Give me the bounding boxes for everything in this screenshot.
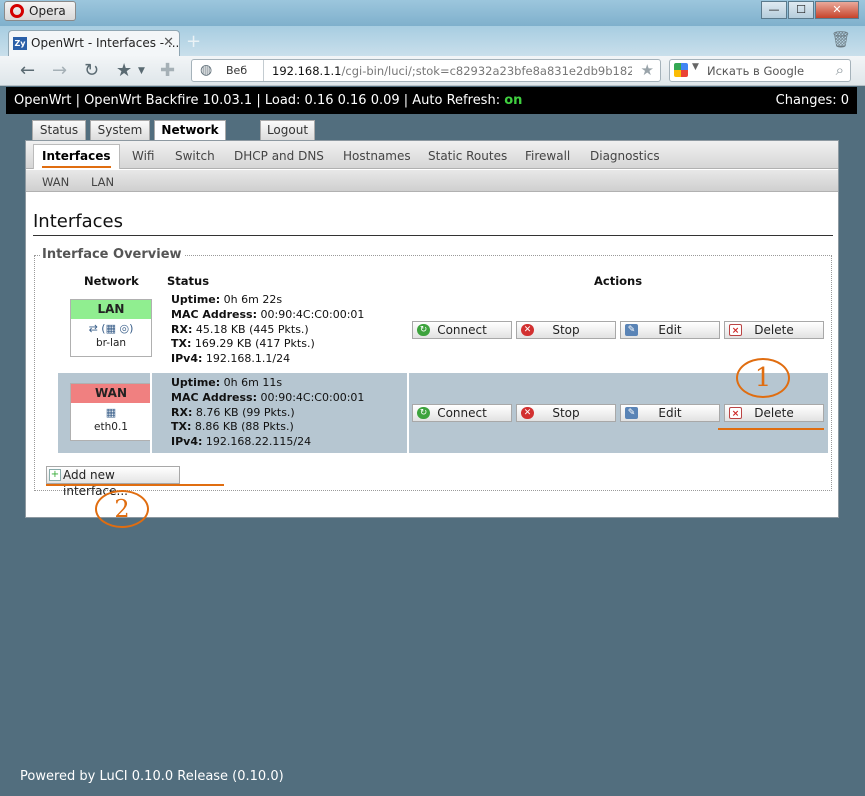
close-window-button[interactable]: ✕ [815,1,859,19]
device-name: br-lan [95,337,127,349]
annotation-underline-2 [46,484,224,486]
tab-wan[interactable]: WAN [42,170,69,194]
address-bar[interactable]: ◍ Веб 192.168.1.1/cgi-bin/luci/;stok=c82… [191,59,661,82]
tab-firewall[interactable]: Firewall [525,141,570,169]
openwrt-header: OpenWrt | OpenWrt Backfire 10.03.1 | Loa… [6,87,857,114]
bookmark-star-icon[interactable]: ★ [116,60,132,81]
header-info: OpenWrt | OpenWrt Backfire 10.03.1 | Loa… [14,93,505,108]
tab-diagnostics[interactable]: Diagnostics [590,141,660,169]
add-interface-button[interactable]: + Add new interface... [46,466,180,498]
page-title: Interfaces [33,211,833,236]
tab-switch[interactable]: Switch [175,141,215,169]
main-panel: Interfaces Wifi Switch DHCP and DNS Host… [25,140,839,518]
status-lan: Uptime: 0h 6m 22s MAC Address: 00:90:4C:… [171,293,365,366]
column-divider [407,373,409,453]
tab-interfaces[interactable]: Interfaces [33,144,120,169]
edit-icon: ✎ [625,407,638,419]
interface-badge: LAN [71,300,151,319]
edit-icon: ✎ [625,324,638,336]
tab-title: OpenWrt - Interfaces - ... [31,36,180,50]
zyxel-favicon-icon: Zy [13,37,27,50]
connect-button[interactable]: ↻ Connect [412,404,512,422]
window-titlebar: Opera — ☐ ✕ [0,0,865,26]
refresh-icon: ↻ [417,407,430,419]
forward-icon[interactable]: → [52,60,67,81]
network-box-lan: LAN ⇄ (▦ ◎) br-lan [70,299,152,357]
browser-tab[interactable]: Zy OpenWrt - Interfaces - ... ✕ [8,30,180,56]
auto-refresh-toggle[interactable]: on [504,93,522,108]
stop-button[interactable]: ✕ Stop [516,404,616,422]
tab-lan[interactable]: LAN [91,170,114,194]
fieldset-legend: Interface Overview [40,247,184,262]
reload-icon[interactable]: ↻ [84,60,99,81]
tab-static-routes[interactable]: Static Routes [428,141,507,169]
network-device-icon: ⇄ (▦ ◎) [88,322,134,335]
back-icon[interactable]: ← [20,60,35,81]
stop-icon: ✕ [521,324,534,336]
google-icon[interactable] [674,63,688,77]
delete-button[interactable]: × Delete [724,321,824,339]
tab-wifi[interactable]: Wifi [132,141,155,169]
navigation-bar: ← → ↻ ★ ▼ ✚ ◍ Веб 192.168.1.1/cgi-bin/lu… [0,56,865,86]
column-network: Network [84,274,139,288]
maximize-button[interactable]: ☐ [788,1,814,19]
opera-logo-icon [10,4,24,18]
search-placeholder: Искать в Google [707,64,805,78]
search-icon[interactable]: ⌕ [836,61,844,79]
chevron-down-icon[interactable]: ▼ [138,66,145,76]
submenu: Interfaces Wifi Switch DHCP and DNS Host… [26,141,838,169]
annotation-circle-1: 1 [736,358,790,398]
network-box-wan: WAN ▦ eth0.1 [70,383,152,441]
minimize-button[interactable]: — [761,1,787,19]
menu-logout[interactable]: Logout [260,120,315,140]
tab-hostnames[interactable]: Hostnames [343,141,411,169]
annotation-circle-2: 2 [95,490,149,528]
column-actions: Actions [594,274,643,288]
edit-button[interactable]: ✎ Edit [620,404,720,422]
footer-text: Powered by LuCI 0.10.0 Release (0.10.0) [20,769,284,784]
interface-badge: WAN [71,384,151,403]
chevron-down-icon[interactable]: ▼ [692,62,699,72]
opera-menu-button[interactable]: Opera [4,1,76,21]
refresh-icon: ↻ [417,324,430,336]
globe-icon: ◍ [200,62,213,78]
close-tab-icon[interactable]: ✕ [163,35,174,50]
delete-icon: × [729,407,742,419]
delete-icon: × [729,324,742,336]
menu-status[interactable]: Status [32,120,86,140]
add-bookmark-icon[interactable]: ✚ [160,60,175,81]
stop-button[interactable]: ✕ Stop [516,321,616,339]
add-icon: + [49,469,61,481]
tab-bar: Zy OpenWrt - Interfaces - ... ✕ + 🗑 [0,26,865,56]
edit-button[interactable]: ✎ Edit [620,321,720,339]
delete-button[interactable]: × Delete [724,404,824,422]
device-name: eth0.1 [94,421,128,433]
url-text[interactable]: 192.168.1.1/cgi-bin/luci/;stok=c82932a23… [272,64,632,78]
tab-dhcp-dns[interactable]: DHCP and DNS [234,141,324,169]
new-tab-icon[interactable]: + [186,31,201,52]
status-wan: Uptime: 0h 6m 11s MAC Address: 00:90:4C:… [171,376,365,449]
interface-row-lan: LAN ⇄ (▦ ◎) br-lan Uptime: 0h 6m 22s MAC… [58,291,828,371]
annotation-underline-1 [718,428,824,430]
menu-system[interactable]: System [90,120,150,140]
column-status: Status [167,274,210,288]
network-device-icon: ▦ [105,406,117,419]
interface-row-wan: WAN ▦ eth0.1 Uptime: 0h 6m 11s MAC Addre… [58,373,828,453]
stop-icon: ✕ [521,407,534,419]
interface-submenu: WAN LAN [26,170,838,192]
connect-button[interactable]: ↻ Connect [412,321,512,339]
changes-link[interactable]: Changes: 0 [776,87,849,114]
menu-network[interactable]: Network [154,120,226,143]
star-icon[interactable]: ★ [641,61,654,79]
column-divider [150,373,152,453]
trash-icon[interactable]: 🗑 [831,30,851,49]
search-box[interactable]: ▼ Искать в Google ⌕ [669,59,851,82]
address-mode-label[interactable]: Веб [220,60,264,81]
